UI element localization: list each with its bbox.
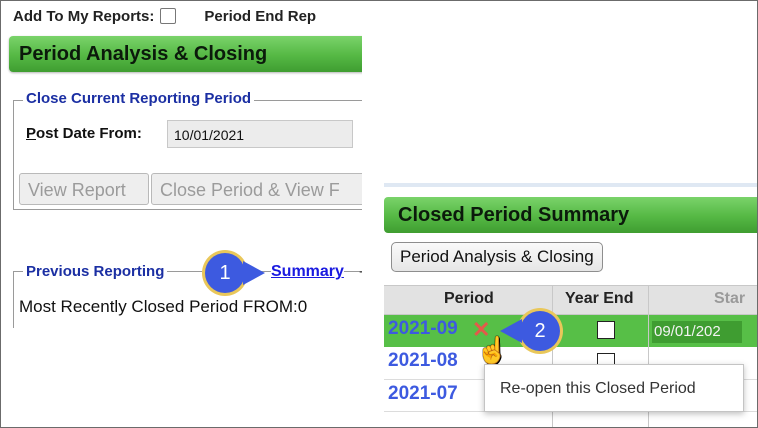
left-pane: Add To My Reports: Period End Rep Period … xyxy=(1,1,362,427)
callout-1-number: 1 xyxy=(219,262,231,284)
column-header-year-end: Year End xyxy=(565,290,634,307)
report-options-row: Add To My Reports: Period End Rep xyxy=(13,8,316,25)
period-analysis-button[interactable]: Period Analysis & Closing xyxy=(391,242,603,272)
closed-period-pane: Closed Period Summary Period Analysis & … xyxy=(384,187,757,427)
add-to-reports-label: Add To My Reports: xyxy=(13,8,155,25)
summary-link[interactable]: Summary xyxy=(271,263,344,281)
closed-summary-title: Closed Period Summary xyxy=(398,204,630,226)
previous-reporting-legend: Previous Reporting xyxy=(23,263,168,280)
callout-2: 2 xyxy=(500,311,560,351)
section-title: Period Analysis & Closing xyxy=(19,43,268,65)
callout-2-pointer xyxy=(500,319,522,343)
callout-1-pointer xyxy=(243,261,265,285)
section-header: Period Analysis & Closing xyxy=(9,36,362,72)
reopen-tooltip: Re-open this Closed Period xyxy=(484,364,744,412)
post-date-input[interactable]: 10/01/2021 xyxy=(167,120,353,148)
view-report-button[interactable]: View Report xyxy=(19,173,149,205)
callout-1: 1 xyxy=(205,253,265,293)
period-end-label: Period End Rep xyxy=(204,8,317,25)
period-link-2021-09[interactable]: 2021-09 xyxy=(388,318,458,340)
start-date-cell: 09/01/202 xyxy=(652,321,742,343)
summary-separator: - xyxy=(359,263,362,280)
column-header-start: Star xyxy=(714,290,746,307)
screenshot-frame: Add To My Reports: Period End Rep Period … xyxy=(0,0,758,428)
close-current-legend: Close Current Reporting Period xyxy=(23,90,255,107)
period-link-2021-08[interactable]: 2021-08 xyxy=(388,350,458,372)
period-link-2021-07[interactable]: 2021-07 xyxy=(388,383,458,405)
add-to-reports-checkbox[interactable] xyxy=(160,8,177,24)
table-header: Period Year End Star xyxy=(384,285,757,315)
column-header-period: Period xyxy=(444,290,494,307)
close-period-view-button[interactable]: Close Period & View F xyxy=(151,173,362,205)
year-end-checkbox[interactable] xyxy=(597,321,615,339)
post-date-label: Post Date From: xyxy=(26,125,142,142)
callout-2-number: 2 xyxy=(534,320,546,342)
most-recent-closed-text: Most Recently Closed Period FROM:0 xyxy=(19,297,308,316)
closed-summary-header: Closed Period Summary xyxy=(384,197,757,233)
